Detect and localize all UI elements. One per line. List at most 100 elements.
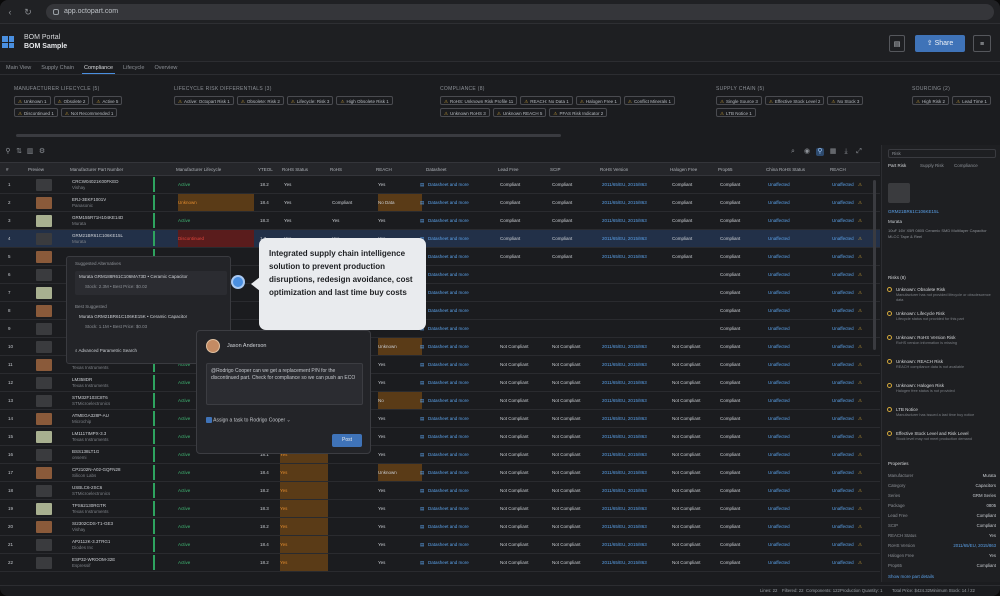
reach2-cell[interactable]: Unaffected (832, 320, 858, 337)
sheet-cell[interactable]: Datasheet and more (428, 446, 494, 463)
url-bar[interactable]: app.octopart.com (46, 4, 994, 20)
sheet-cell[interactable]: Datasheet and more (428, 464, 494, 481)
reach2-cell[interactable]: Unaffected (832, 482, 858, 499)
datasheet-icon[interactable]: ▤ (420, 212, 424, 229)
china-cell[interactable]: Unaffected (768, 320, 816, 337)
ver-cell[interactable]: 2011/65/EU, 2015/863 (602, 464, 668, 481)
risk-icon[interactable]: ⚠ (858, 518, 862, 535)
filter-chip[interactable]: ⚠ Unknown RoHS 3 (440, 108, 490, 117)
sheet-cell[interactable]: Datasheet and more (428, 356, 494, 373)
china-cell[interactable]: Unaffected (768, 482, 816, 499)
sheet-cell[interactable]: Datasheet and more (428, 392, 494, 409)
expand-icon[interactable]: ⤢ (855, 148, 863, 156)
back-icon[interactable]: ‹ (4, 6, 16, 18)
china-cell[interactable]: Unaffected (768, 518, 816, 535)
risk-icon[interactable]: ⚠ (858, 482, 862, 499)
reach2-cell[interactable]: Unaffected (832, 212, 858, 229)
sheet-cell[interactable]: Datasheet and more (428, 482, 494, 499)
reach2-cell[interactable]: Unaffected (832, 374, 858, 391)
risk-icon[interactable]: ⚠ (858, 374, 862, 391)
datasheet-icon[interactable]: ▤ (420, 338, 424, 355)
filter-chip[interactable]: ⚠ Obsolete 2 (53, 96, 90, 105)
settings-icon[interactable]: ⚙ (38, 148, 46, 156)
filter-chip[interactable]: ⚠ Not Recommended 1 (60, 108, 118, 117)
ver-cell[interactable]: 2011/65/EU, 2015/863 (602, 536, 668, 553)
datasheet-icon[interactable]: ▤ (420, 518, 424, 535)
risk-item[interactable]: Unknown: Obsolete Risk Manufacturer has n… (887, 287, 996, 303)
tab-3[interactable]: Lifecycle (121, 62, 146, 74)
column-header[interactable]: RoHS (330, 163, 374, 176)
table-row[interactable]: 4GRM21BR61C106KE15LMurataDiscontinued1.3… (0, 230, 880, 248)
parametric-search-link[interactable]: ⌕ Advanced Parametric Search (75, 348, 137, 353)
reach2-cell[interactable]: Unaffected (832, 518, 858, 535)
filter-chip[interactable]: ⚠ Discontinued 1 (14, 108, 58, 117)
ver-cell[interactable] (602, 320, 668, 337)
reach2-cell[interactable]: Unaffected (832, 500, 858, 517)
table-row[interactable]: 21 AP2112K-3.3TRG1 Diodes Inc Active 18.4 Yes… (0, 536, 880, 554)
filter-chip[interactable]: ⚠ LTB Notice 1 (716, 108, 756, 117)
china-cell[interactable]: Unaffected (768, 302, 816, 319)
filter-chip[interactable]: ⚠ Conflict Minerals 1 (623, 96, 675, 105)
table-row[interactable]: 20 SI2302CDS-T1-GE3 Vishay Active 18.2 Yes Yes… (0, 518, 880, 536)
reach2-cell[interactable]: Unaffected (832, 446, 858, 463)
column-header[interactable]: Manufacturer Lifecycle (176, 163, 256, 176)
filter-chip[interactable]: ⚠ Unknown 1 (14, 96, 51, 105)
reload-icon[interactable]: ↻ (22, 6, 34, 18)
ver-cell[interactable]: 2011/65/EU, 2015/863 (602, 554, 668, 571)
reach2-cell[interactable]: Unaffected (832, 356, 858, 373)
risk-icon[interactable]: ⚠ (858, 266, 862, 283)
china-cell[interactable]: Unaffected (768, 338, 816, 355)
datasheet-icon[interactable]: ▤ (420, 554, 424, 571)
table-row[interactable]: 1 CRCW04021K00FKED Vishay Active 18.2 Yes Yes D… (0, 176, 880, 194)
comments-button[interactable]: ▤ (889, 35, 905, 52)
ver-cell[interactable] (602, 302, 668, 319)
datasheet-icon[interactable]: ▤ (420, 500, 424, 517)
column-header[interactable]: RoHS Version (600, 163, 670, 176)
china-cell[interactable]: Unaffected (768, 266, 816, 283)
sheet-cell[interactable]: Datasheet and more (428, 176, 494, 193)
sheet-cell[interactable]: Datasheet and more (428, 500, 494, 517)
table-row[interactable]: 19 TPS62130RGTR Texas Instruments Active 18.… (0, 500, 880, 518)
filter-scrollbar[interactable] (16, 134, 561, 137)
china-cell[interactable]: Unaffected (768, 194, 816, 211)
filter-icon[interactable]: ⚲ (4, 148, 12, 156)
risk-item[interactable]: LTB Notice Manufacturer has issued a last… (887, 407, 996, 418)
china-cell[interactable]: Unaffected (768, 230, 816, 247)
datasheet-icon[interactable]: ▤ (420, 536, 424, 553)
ver-cell[interactable] (602, 266, 668, 283)
sheet-cell[interactable]: Datasheet and more (428, 410, 494, 427)
datasheet-icon[interactable]: ▤ (420, 356, 424, 373)
ver-cell[interactable]: 2011/65/EU, 2015/863 (602, 482, 668, 499)
columns-icon[interactable]: ▥ (26, 148, 34, 156)
china-cell[interactable]: Unaffected (768, 446, 816, 463)
risk-icon[interactable]: ⚠ (858, 356, 862, 373)
datasheet-icon[interactable]: ▤ (420, 428, 424, 445)
ver-cell[interactable]: 2011/65/EU, 2015/863 (602, 248, 668, 265)
grid-scrollbar[interactable] (873, 180, 876, 350)
sheet-cell[interactable]: Datasheet and more (428, 338, 494, 355)
datasheet-icon[interactable]: ▤ (420, 482, 424, 499)
filter-chip[interactable]: ⚠ High Risk 2 (912, 96, 950, 105)
table-row[interactable]: 16BSS138LT1GonsemiActive18.1YesYesYesDat… (0, 446, 880, 464)
tab-compliance[interactable]: Compliance (954, 163, 978, 168)
datasheet-icon[interactable]: ▤ (420, 392, 424, 409)
risk-item[interactable]: Unknown: RoHS Version Risk RoHS version i… (887, 335, 996, 346)
ver-cell[interactable] (602, 284, 668, 301)
tab-4[interactable]: Overview (152, 62, 179, 74)
ver-cell[interactable]: 2011/65/EU, 2015/863 (602, 356, 668, 373)
filter-chip[interactable]: ⚠ Unknown REACH 5 (492, 108, 547, 117)
filter-chip[interactable]: ⚠ Active 5 (92, 96, 123, 105)
risk-icon[interactable]: ⚠ (858, 392, 862, 409)
table-row[interactable]: 3 GRM155R71H104KE14D Murata Active 18.3 Yes Ye… (0, 212, 880, 230)
reach2-cell[interactable]: Unaffected (832, 176, 858, 193)
risk-item[interactable]: Unknown: Halogen Risk Halogen free status… (887, 383, 996, 394)
china-cell[interactable]: Unaffected (768, 374, 816, 391)
sheet-cell[interactable]: Datasheet and more (428, 194, 494, 211)
china-cell[interactable]: Unaffected (768, 500, 816, 517)
datasheet-icon[interactable]: ▤ (420, 374, 424, 391)
filter-chip[interactable]: ⚠ Active: Octopart Risk 1 (174, 96, 234, 105)
column-header[interactable]: Prop65 (718, 163, 766, 176)
assign-task-checkbox[interactable]: Assign a task to Rodrigo Cooper ⌄ (206, 417, 291, 423)
ver-cell[interactable]: 2011/65/EU, 2015/863 (602, 374, 668, 391)
filter-chip[interactable]: ⚠ REACH: No Data 1 (520, 96, 573, 105)
